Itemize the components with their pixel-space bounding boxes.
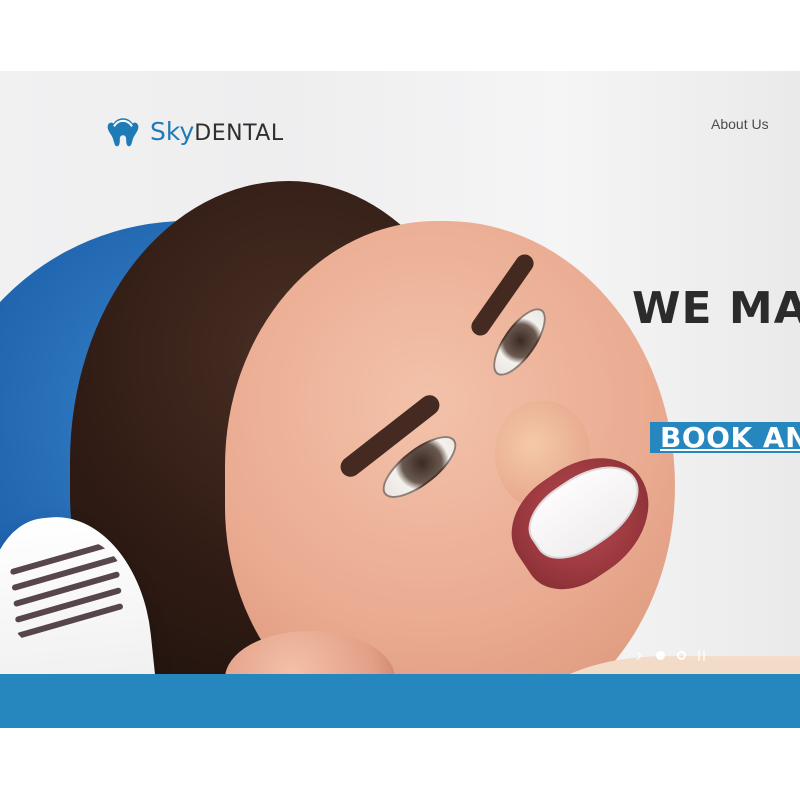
slider-dot-2[interactable] [677, 650, 686, 660]
book-appointment-button[interactable]: BOOK AN [650, 421, 800, 454]
logo-prefix: Sky [150, 117, 195, 146]
logo-wordmark: Sky DENTAL [150, 119, 284, 145]
book-appointment-label: BOOK AN [660, 421, 800, 454]
slider-next-button[interactable]: › [634, 645, 644, 665]
lamp-vents [0, 530, 135, 662]
chevron-right-icon: › [636, 645, 642, 665]
pause-icon [698, 649, 705, 661]
tooth-logo-icon [106, 114, 140, 150]
page: Sky DENTAL About Us WE MAK BOOK AN › [0, 0, 800, 800]
site-logo[interactable]: Sky DENTAL [106, 113, 284, 151]
lamp-vent [16, 602, 124, 639]
blue-footer-bar [0, 674, 800, 728]
top-nav: About Us [711, 116, 769, 132]
slider-controls: › [634, 646, 705, 664]
hero-banner [0, 71, 800, 674]
slider-pause-button[interactable] [698, 649, 705, 661]
logo-name: DENTAL [194, 121, 284, 146]
hero-headline: WE MAK [632, 283, 800, 334]
slider-dot-1[interactable] [656, 650, 665, 660]
nav-about-us-link[interactable]: About Us [711, 116, 769, 132]
